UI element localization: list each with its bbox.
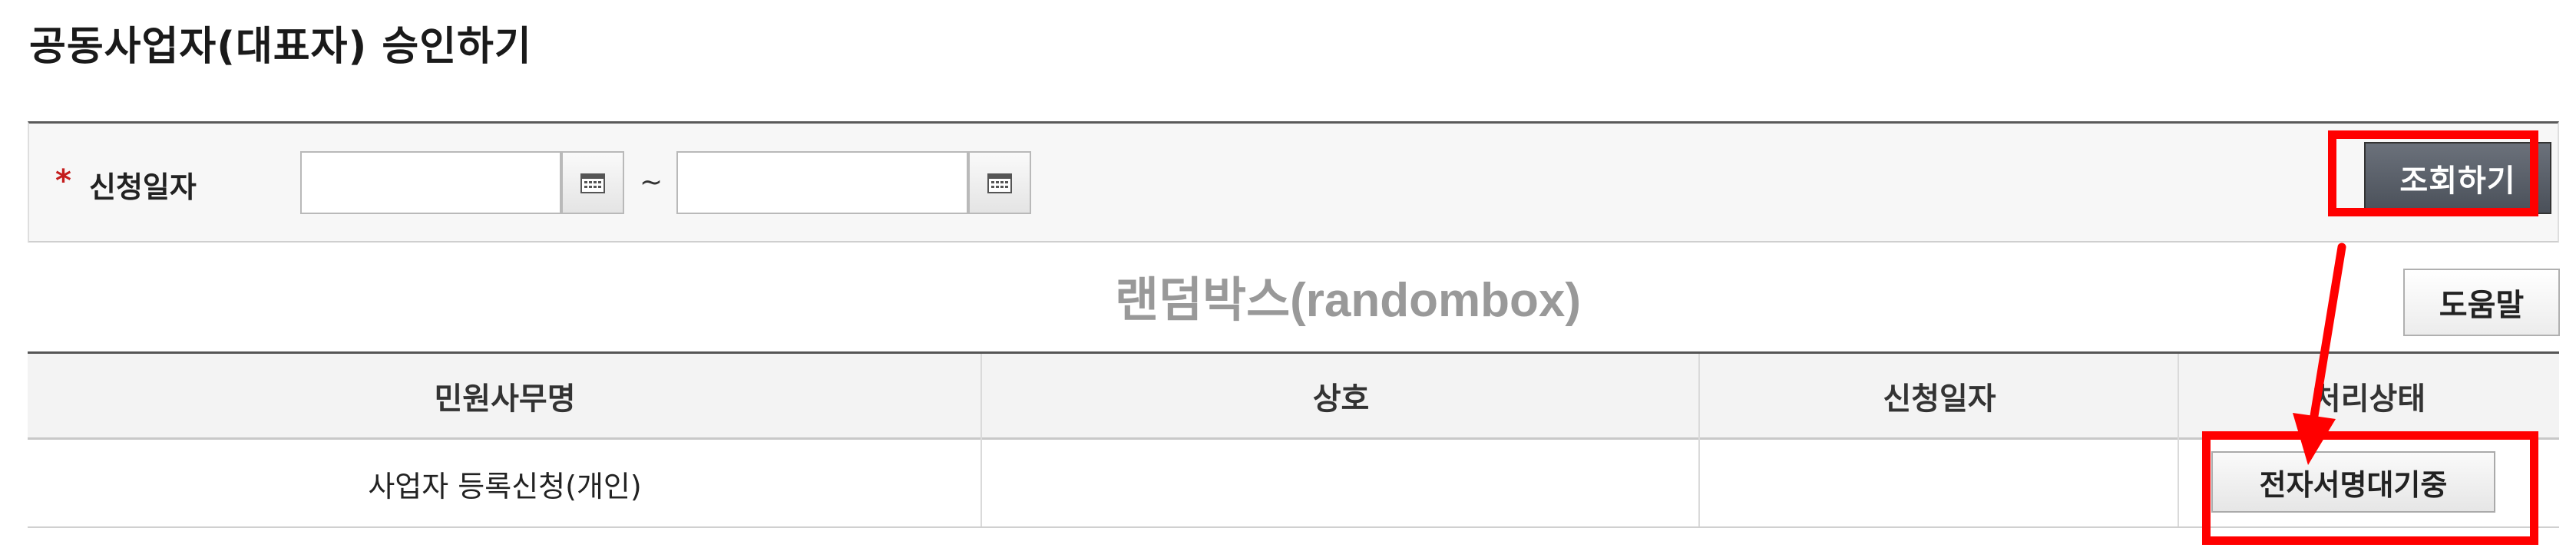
search-panel: * 신청일자 ~ 조회하기 — [28, 121, 2559, 243]
date-from-calendar-button[interactable] — [561, 151, 624, 214]
table-header: 민원사무명 상호 신청일자 처리상태 — [28, 354, 2559, 440]
application-table: 민원사무명 상호 신청일자 처리상태 사업자 등록신청(개인) — [28, 351, 2559, 528]
watermark: 랜덤박스(randombox) — [1115, 274, 1582, 327]
calendar-icon — [987, 173, 1012, 193]
cell-company — [982, 440, 1700, 527]
help-button[interactable]: 도움말 — [2403, 269, 2560, 336]
column-header-status: 처리상태 — [2312, 381, 2426, 417]
required-mark: * — [55, 163, 71, 199]
table-row: 사업자 등록신청(개인) — [28, 440, 2559, 527]
search-button[interactable]: 조회하기 — [2364, 142, 2551, 214]
date-range-separator: ~ — [640, 167, 663, 198]
date-from-input[interactable] — [300, 151, 561, 214]
calendar-icon — [580, 173, 605, 193]
column-header-date: 신청일자 — [1883, 381, 1996, 417]
cell-service: 사업자 등록신청(개인) — [368, 469, 642, 503]
page-title: 공동사업자(대표자) 승인하기 — [29, 24, 532, 70]
cell-date — [1700, 440, 2179, 527]
date-to-input[interactable] — [676, 151, 968, 214]
date-to-calendar-button[interactable] — [968, 151, 1031, 214]
column-header-service: 민원사무명 — [434, 381, 576, 417]
column-header-company: 상호 — [1312, 381, 1370, 417]
application-date-label: 신청일자 — [89, 170, 197, 204]
status-signature-pending-button[interactable]: 전자서명대기중 — [2211, 451, 2495, 513]
